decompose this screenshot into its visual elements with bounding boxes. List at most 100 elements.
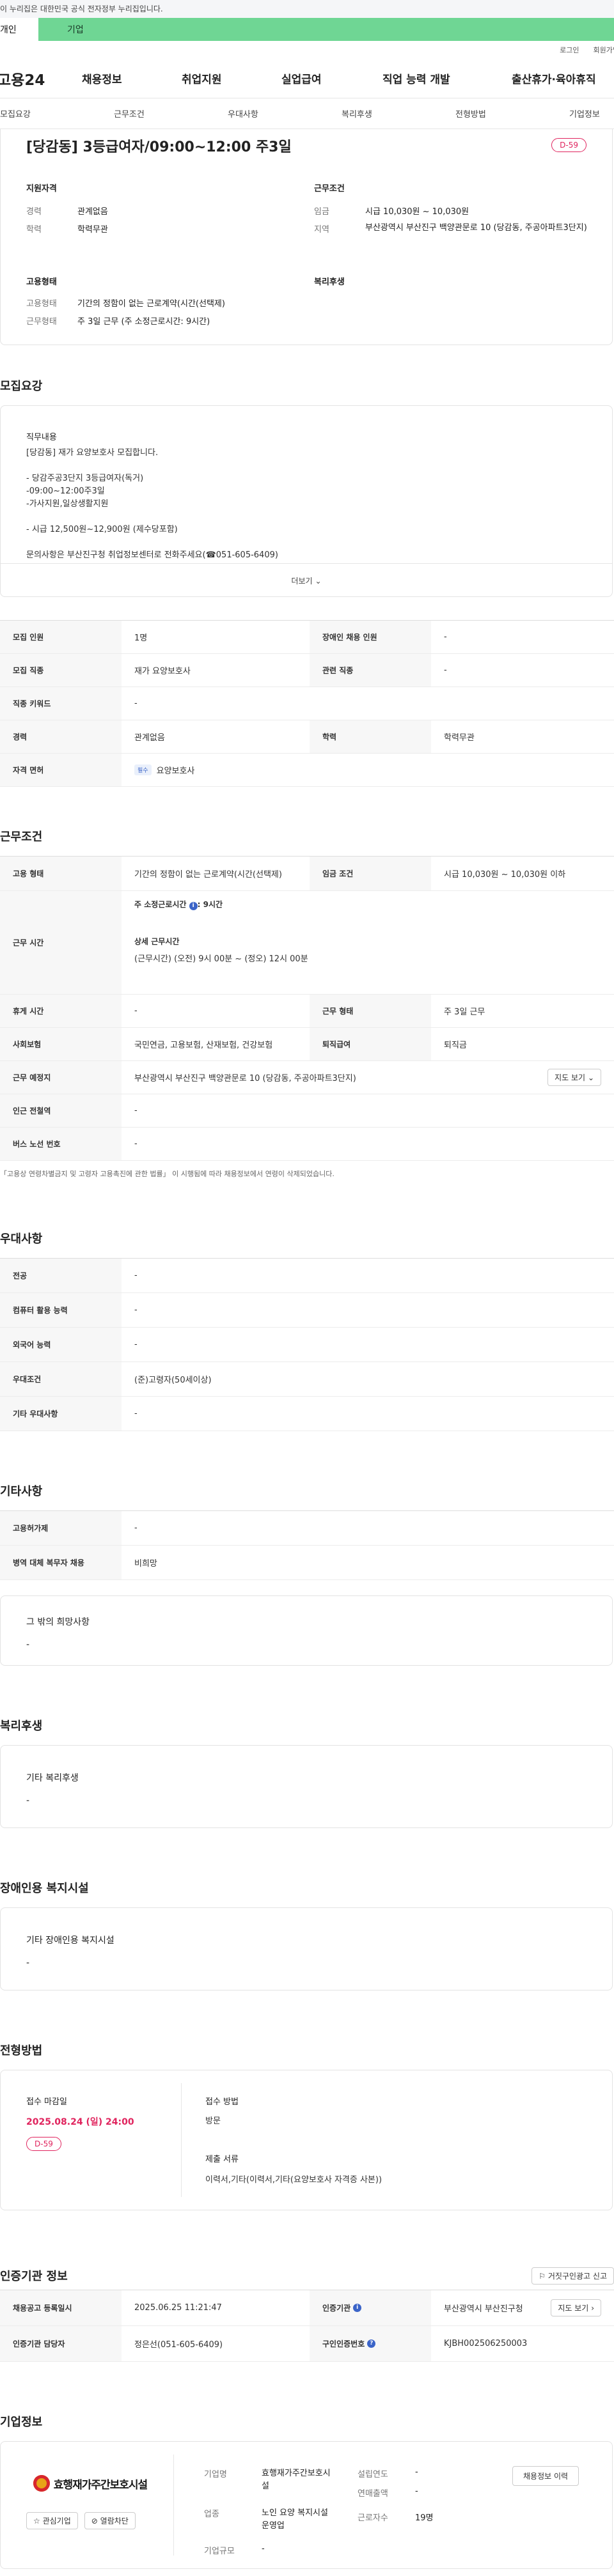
- login-link[interactable]: 로그인: [560, 45, 579, 55]
- map-label: 지도 보기: [558, 2304, 589, 2313]
- row-header: 경력: [0, 720, 122, 753]
- gnb-item-jobs[interactable]: 채용정보: [82, 70, 122, 86]
- row-value: -: [134, 1271, 138, 1280]
- job-desc-line: [26, 536, 278, 549]
- gnb-item-support[interactable]: 취업지원: [182, 70, 222, 86]
- more-button[interactable]: 더보기 ⌄: [1, 563, 612, 598]
- row-value: 시급 10,030원 ~ 10,030원 이하: [444, 870, 566, 880]
- site-logo[interactable]: 고용24: [0, 68, 68, 89]
- row-value: 2025.06.25 11:21:47: [134, 2303, 222, 2313]
- section-title-agency: 인증기관 정보: [0, 2270, 68, 2283]
- gnb-item-training[interactable]: 직업 능력 개발: [382, 70, 450, 86]
- deadline-value: 2025.08.24 (일) 24:00: [26, 2117, 134, 2127]
- more-label: 더보기: [291, 577, 313, 586]
- company-logo-text: 효행재가주간보호시설: [53, 2478, 148, 2492]
- row-header: 고용허가제: [0, 1511, 122, 1545]
- row-value: -: [134, 1340, 138, 1349]
- block-label: 열람차단: [100, 2517, 129, 2526]
- tab-personal[interactable]: 개인: [0, 18, 38, 41]
- section-title-welfare: 복리후생: [0, 1719, 43, 1733]
- row-header: 병역 대체 복무자 채용: [0, 1546, 122, 1579]
- map-button[interactable]: 지도 보기 ›: [551, 2299, 601, 2316]
- cond-label: 지역: [314, 225, 329, 235]
- row-value: -: [134, 1106, 138, 1115]
- emp-label: 고용형태: [26, 299, 57, 309]
- agency-header: 인증기관 정보 ⚐ 거짓구인광고 신고: [0, 2262, 614, 2290]
- company-sales: -: [415, 2487, 418, 2496]
- row-value: 부산광역시 부산진구청: [444, 2304, 523, 2314]
- job-desc-line: [26, 460, 278, 472]
- company-logo: 효행재가주간보호시설: [26, 2467, 154, 2499]
- row-header: 인근 전철역: [0, 1094, 122, 1127]
- company-label: 연매출액: [358, 2489, 388, 2499]
- job-desc-label: 직무내용: [26, 433, 57, 442]
- gnb-item-benefit[interactable]: 실업급여: [281, 70, 322, 86]
- subnav-work[interactable]: 근무조건: [114, 107, 145, 120]
- weekly-hours-label: 주 소정근로시간: [134, 900, 187, 909]
- row-header: 고용 형태: [0, 857, 122, 890]
- subnav-company[interactable]: 기업정보: [569, 107, 600, 120]
- row-header: 인증기관: [322, 2304, 351, 2313]
- row-header: 전공: [0, 1259, 122, 1292]
- join-link[interactable]: 회원가입: [594, 45, 614, 55]
- table-row: 경력 관계없음 학력 학력무관: [0, 720, 614, 754]
- section-title-etc: 기타사항: [0, 1485, 43, 1498]
- fav-company-button[interactable]: ☆ 관심기업: [26, 2512, 78, 2529]
- tab-company[interactable]: 기업: [38, 18, 614, 41]
- welfare-card: 기타 복리후생 -: [0, 1745, 613, 1828]
- job-desc-line: [당감동] 재가 요양보호사 모집합니다.: [26, 448, 159, 458]
- qual-title: 지원자격: [26, 184, 57, 194]
- gnb-item-leave[interactable]: 출산휴가·육아휴직: [512, 70, 596, 86]
- table-row: 고용허가제 -: [0, 1511, 614, 1546]
- job-desc-line: -가사지원,일상생활지원: [26, 499, 109, 509]
- report-icon: ⚐: [539, 2271, 546, 2281]
- row-value: -: [134, 1523, 138, 1533]
- row-value: 재가 요양보호사: [134, 667, 191, 676]
- required-badge: 필수: [134, 764, 152, 775]
- emp-title: 고용형태: [26, 277, 57, 287]
- section-title-work: 근무조건: [0, 830, 43, 844]
- info-icon[interactable]: i: [189, 902, 198, 910]
- table-row: 병역 대체 복무자 채용 비희망: [0, 1546, 614, 1580]
- company-actions: ☆ 관심기업 ⊘ 열람차단: [26, 2512, 136, 2529]
- summary-card: [당감동] 3등급여자/09:00~12:00 주3일 D-59 지원자격 경력…: [0, 129, 613, 345]
- table-row: 채용공고 등록일시 2025.06.25 11:21:47 인증기관 i 부산광역…: [0, 2290, 614, 2326]
- report-label: 거짓구인광고 신고: [547, 2271, 607, 2281]
- history-button[interactable]: 채용정보 이력: [512, 2466, 579, 2486]
- disabled-card: 기타 장애인용 복지시설 -: [0, 1907, 613, 1990]
- cond-title: 근무조건: [314, 184, 345, 194]
- help-icon[interactable]: ?: [367, 2339, 376, 2348]
- row-header: 인증기관 담당자: [0, 2326, 122, 2361]
- docs-label: 제출 서류: [205, 2155, 239, 2164]
- row-header: 채용공고 등록일시: [0, 2290, 122, 2325]
- section-title-company: 기업정보: [0, 2416, 43, 2429]
- company-year: -: [415, 2467, 418, 2477]
- table-row: 우대조건 (준)고령자(50세이상): [0, 1362, 614, 1397]
- docs-value: 이력서,기타(이력서,기타(요양보호사 자격증 사본)): [205, 2175, 382, 2185]
- block-button[interactable]: ⊘ 열람차단: [84, 2512, 136, 2529]
- row-value: 부산광역시 부산진구 백양관문로 10 (당감동, 주공아파트3단지): [134, 1074, 356, 1083]
- deadline-label: 접수 마감일: [26, 2097, 67, 2107]
- row-header: 근무 시간: [0, 891, 122, 994]
- row-header: 장애인 채용 인원: [310, 621, 431, 653]
- subnav-recruit[interactable]: 모집요강: [0, 107, 31, 120]
- table-row: 근무 예정지 부산광역시 부산진구 백양관문로 10 (당감동, 주공아파트3단…: [0, 1061, 614, 1094]
- job-desc-line: - 당감주공3단지 3등급여자(독거): [26, 474, 144, 483]
- info-icon[interactable]: i: [353, 2304, 362, 2312]
- table-row: 모집 인원 1명 장애인 채용 인원 -: [0, 621, 614, 654]
- table-row: 외국어 능력 -: [0, 1328, 614, 1362]
- method-value: 방문: [205, 2116, 221, 2126]
- company-biz: 노인 요양 복지시설 운영업: [262, 2508, 328, 2531]
- map-button[interactable]: 지도 보기 ⌄: [547, 1069, 601, 1086]
- star-icon: ☆: [33, 2517, 40, 2526]
- pref-table: 전공 - 컴퓨터 활용 능력 - 외국어 능력 - 우대조건 (준)고령자(50세이상) 기타 …: [0, 1258, 614, 1431]
- subnav-pref[interactable]: 우대사항: [228, 107, 258, 120]
- license-value: 요양보호사: [156, 766, 195, 776]
- row-header: 퇴직급여: [310, 1028, 431, 1060]
- gov-banner: 이 누리집은 대한민국 공식 전자정부 누리집입니다.: [0, 0, 614, 18]
- company-size: -: [262, 2544, 265, 2554]
- subnav-welfare[interactable]: 복리후생: [342, 107, 372, 120]
- report-button[interactable]: ⚐ 거짓구인광고 신고: [531, 2267, 614, 2285]
- subnav-screen[interactable]: 전형방법: [455, 107, 486, 120]
- row-value: -: [134, 1006, 138, 1016]
